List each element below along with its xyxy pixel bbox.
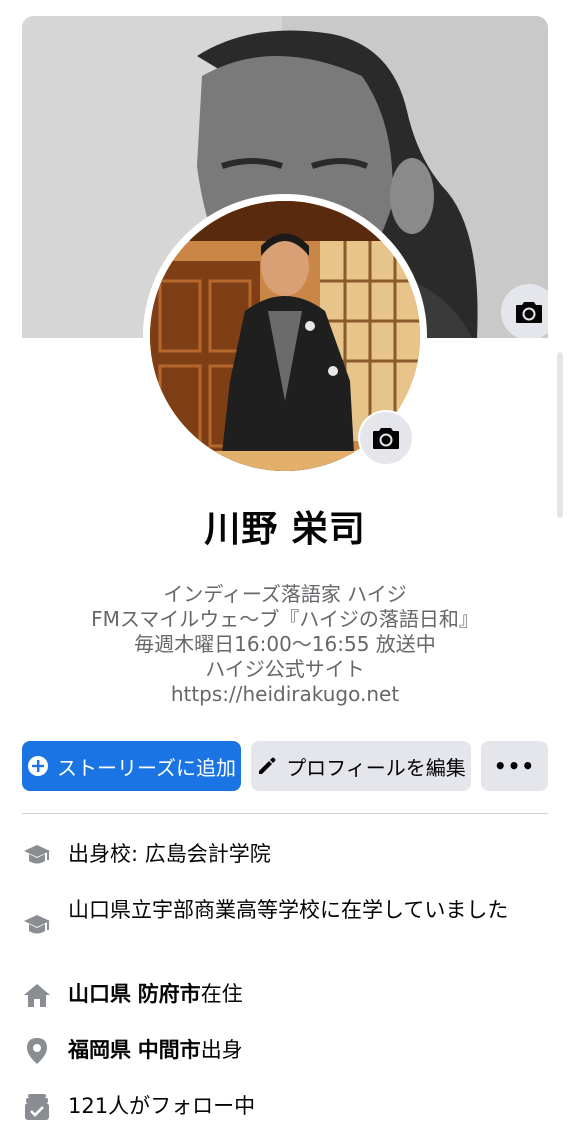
residence-city-link[interactable]: 防府市	[138, 982, 201, 1006]
graduation-cap-icon	[22, 840, 52, 870]
info-residence-row: 山口県 防府市在住	[22, 980, 552, 1010]
add-to-story-label: ストーリーズに追加	[57, 755, 236, 780]
highschool-text[interactable]: 山口県立宇部商業高等学校に在学していました	[68, 896, 548, 924]
bio-link[interactable]: https://heidirakugo.net	[20, 682, 550, 707]
residence-suffix: 在住	[200, 982, 243, 1006]
house-icon	[22, 980, 52, 1010]
plus-circle-icon	[27, 755, 49, 777]
followers-icon	[22, 1092, 52, 1122]
camera-icon	[516, 302, 542, 323]
hometown-prefecture-link[interactable]: 福岡県	[68, 1038, 131, 1062]
info-followers-row[interactable]: 121人がフォロー中	[22, 1092, 552, 1122]
more-options-button[interactable]: •••	[481, 741, 548, 791]
info-hometown-row: 福岡県 中間市出身	[22, 1036, 552, 1066]
edit-profile-button[interactable]: プロフィールを編集	[251, 741, 471, 791]
add-to-story-button[interactable]: ストーリーズに追加	[22, 741, 241, 791]
bio-line: 毎週木曜日16:00～16:55 放送中	[134, 632, 436, 656]
more-options-label: •••	[493, 754, 536, 778]
hometown-city-link[interactable]: 中間市	[138, 1038, 201, 1062]
divider	[22, 813, 548, 814]
followers-text: 121人がフォロー中	[68, 1094, 256, 1118]
bio-line: ハイジ公式サイト	[205, 657, 365, 681]
info-highschool-row: 山口県立宇部商業高等学校に在学していました	[22, 896, 552, 940]
edit-profile-label: プロフィールを編集	[286, 755, 466, 780]
pencil-icon	[256, 755, 278, 777]
map-pin-icon	[22, 1036, 52, 1066]
cover-camera-button[interactable]	[501, 284, 548, 338]
profile-picture-camera-button[interactable]	[358, 410, 414, 466]
hometown-suffix: 出身	[200, 1038, 243, 1062]
camera-icon	[373, 428, 399, 449]
residence-prefecture-link[interactable]: 山口県	[68, 982, 131, 1006]
bio-line: FMスマイルウェ～ブ『ハイジの落語日和』	[91, 607, 479, 631]
scrollbar[interactable]	[557, 352, 563, 518]
profile-bio: インディーズ落語家 ハイジ FMスマイルウェ～ブ『ハイジの落語日和』 毎週木曜日…	[20, 582, 550, 707]
bio-line: インディーズ落語家 ハイジ	[163, 582, 407, 606]
graduation-cap-icon	[22, 910, 52, 940]
education-school-link[interactable]: 広島会計学院	[145, 842, 271, 866]
education-prefix: 出身校:	[68, 842, 145, 866]
profile-name: 川野 栄司	[204, 509, 366, 550]
info-education-row: 出身校: 広島会計学院	[22, 840, 552, 870]
